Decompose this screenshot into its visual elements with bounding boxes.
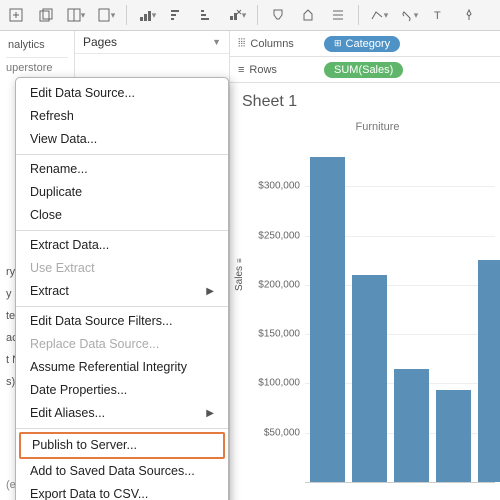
clear-icon[interactable]: ▾ bbox=[227, 5, 247, 25]
columns-label: Columns bbox=[250, 38, 293, 50]
bar[interactable] bbox=[310, 157, 345, 482]
y-tick: $250,000 bbox=[258, 230, 300, 241]
menu-item-export-data-to-csv[interactable]: Export Data to CSV... bbox=[16, 483, 228, 500]
datasource-context-menu: Edit Data Source...RefreshView Data... Re… bbox=[15, 77, 229, 500]
y-axis-title: Sales ≡ bbox=[234, 258, 245, 291]
menu-item-duplicate[interactable]: Duplicate bbox=[16, 181, 228, 204]
plot: $50,000$100,000$150,000$200,000$250,000$… bbox=[305, 137, 495, 483]
rows-icon: ≡ bbox=[238, 64, 244, 76]
sort-desc-icon[interactable] bbox=[197, 5, 217, 25]
chevron-down-icon[interactable]: ▼ bbox=[212, 37, 221, 47]
pin-icon[interactable] bbox=[459, 5, 479, 25]
swap-icon[interactable]: ▾ bbox=[137, 5, 157, 25]
format-icon[interactable] bbox=[328, 5, 348, 25]
menu-item-extract-data[interactable]: Extract Data... bbox=[16, 234, 228, 257]
rows-shelf[interactable]: ≡ Rows SUM(Sales) bbox=[230, 57, 500, 83]
menu-item-replace-data-source: Replace Data Source... bbox=[16, 333, 228, 356]
menu-item-edit-data-source[interactable]: Edit Data Source... bbox=[16, 82, 228, 105]
y-tick: $200,000 bbox=[258, 279, 300, 290]
y-tick: $150,000 bbox=[258, 329, 300, 340]
group-icon[interactable] bbox=[298, 5, 318, 25]
pill-sum-sales[interactable]: SUM(Sales) bbox=[324, 62, 403, 78]
text-icon[interactable]: T bbox=[429, 5, 449, 25]
rows-label: Rows bbox=[249, 64, 277, 76]
new-dashboard-icon[interactable]: ▾ bbox=[66, 5, 86, 25]
y-tick: $100,000 bbox=[258, 378, 300, 389]
columns-shelf[interactable]: ⦙⦙⦙ Columns ⊞Category bbox=[230, 31, 500, 57]
menu-item-add-to-saved-data-sources[interactable]: Add to Saved Data Sources... bbox=[16, 460, 228, 483]
columns-icon: ⦙⦙⦙ bbox=[238, 37, 245, 50]
menu-item-use-extract: Use Extract bbox=[16, 257, 228, 280]
menu-item-edit-data-source-filters[interactable]: Edit Data Source Filters... bbox=[16, 310, 228, 333]
new-story-icon[interactable]: ▾ bbox=[96, 5, 116, 25]
clip-icon[interactable]: ▾ bbox=[399, 5, 419, 25]
pages-title: Pages bbox=[83, 35, 117, 49]
pill-category[interactable]: ⊞Category bbox=[324, 36, 400, 52]
highlight-icon[interactable] bbox=[268, 5, 288, 25]
menu-item-date-properties[interactable]: Date Properties... bbox=[16, 379, 228, 402]
menu-item-view-data[interactable]: View Data... bbox=[16, 128, 228, 151]
category-header: Furniture bbox=[260, 121, 495, 133]
datasource-name[interactable]: uperstore bbox=[6, 62, 68, 74]
sheet-title[interactable]: Sheet 1 bbox=[230, 83, 500, 121]
menu-item-extract[interactable]: Extract▶ bbox=[16, 280, 228, 303]
add-sheet-icon[interactable] bbox=[6, 5, 26, 25]
menu-item-rename[interactable]: Rename... bbox=[16, 158, 228, 181]
toolbar: ▾ ▾ ▾ ▾ ▾ ▾ T bbox=[0, 0, 500, 31]
svg-text:T: T bbox=[434, 10, 441, 22]
menu-item-refresh[interactable]: Refresh bbox=[16, 105, 228, 128]
menu-item-edit-aliases[interactable]: Edit Aliases...▶ bbox=[16, 402, 228, 425]
bar[interactable] bbox=[436, 390, 471, 482]
chart-area: Furniture Sales ≡ $50,000$100,000$150,00… bbox=[230, 121, 500, 500]
menu-item-close[interactable]: Close bbox=[16, 204, 228, 227]
y-tick: $50,000 bbox=[264, 427, 300, 438]
duplicate-icon[interactable] bbox=[36, 5, 56, 25]
line-icon[interactable]: ▾ bbox=[369, 5, 389, 25]
menu-item-assume-referential-integrity[interactable]: Assume Referential Integrity bbox=[16, 356, 228, 379]
bar[interactable] bbox=[352, 275, 387, 482]
menu-item-publish-to-server[interactable]: Publish to Server... bbox=[19, 432, 225, 459]
sort-asc-icon[interactable] bbox=[167, 5, 187, 25]
y-tick: $300,000 bbox=[258, 181, 300, 192]
analytics-tab[interactable]: nalytics bbox=[6, 35, 68, 58]
bar[interactable] bbox=[478, 260, 500, 482]
bar[interactable] bbox=[394, 369, 429, 482]
